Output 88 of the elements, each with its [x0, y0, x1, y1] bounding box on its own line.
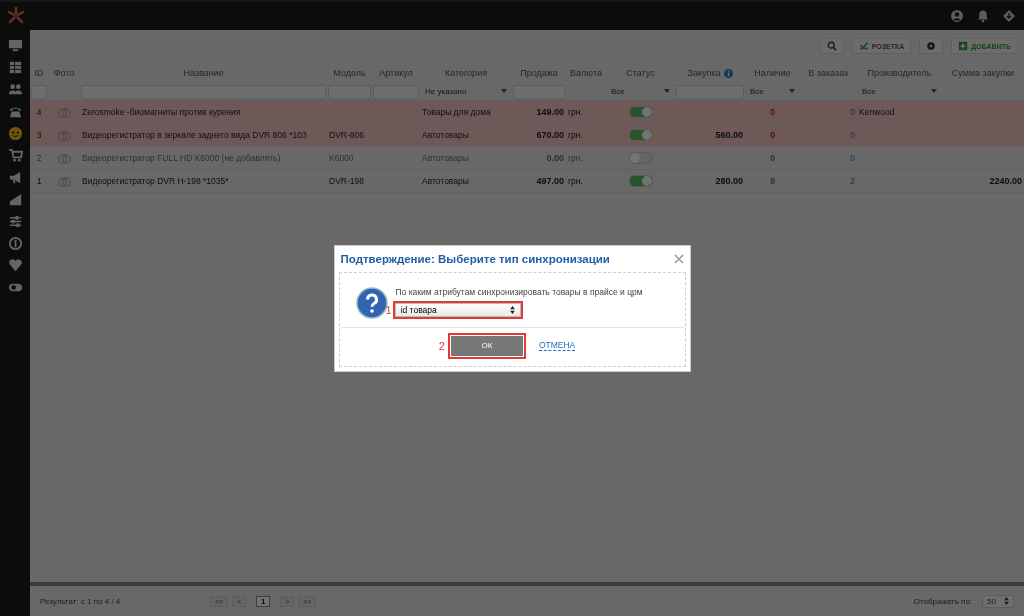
caret-icon — [501, 89, 507, 93]
table-cell: 560.00 — [715, 130, 743, 140]
nav-item[interactable] — [6, 234, 24, 252]
column-header[interactable]: Продажа — [520, 68, 558, 78]
logo-icon[interactable] — [6, 6, 26, 26]
caret-icon — [931, 89, 937, 93]
per-page-dropdown[interactable]: 50 — [982, 594, 1014, 608]
filter-field[interactable] — [31, 84, 47, 99]
table-row[interactable]: 4 Zerosmoke -биомагниты против курения Товары для дома 149.00 грн. 0 0 Kenwood — [30, 101, 1024, 124]
per-page-label: Отображать по: — [913, 596, 973, 606]
status-toggle[interactable] — [628, 129, 653, 141]
table-cell: 1 — [36, 176, 42, 186]
camera-icon — [57, 106, 71, 118]
table-cell: Kenwood — [859, 107, 895, 117]
bell-icon[interactable] — [976, 9, 990, 23]
filter-dropdown[interactable]: Все — [607, 86, 674, 96]
table-cell: грн. — [568, 130, 583, 140]
settings-icon — [926, 41, 937, 51]
column-header[interactable]: Модель — [333, 68, 366, 78]
plus-icon — [958, 41, 969, 51]
table-cell: 3 — [36, 130, 42, 140]
caret-icon — [664, 89, 670, 93]
table-row[interactable]: 3 Видеорегистратор в зеркале заднего вида DVR 806 *103 DVR-806 Автотовары 670.00 грн. 560.00 0 0 — [30, 124, 1024, 147]
stock-count: 0 — [770, 153, 775, 163]
table-cell: 280.00 — [715, 176, 743, 186]
camera-icon — [57, 175, 71, 187]
orders-count[interactable]: 0 — [850, 107, 855, 117]
stock-count: 8 — [770, 176, 775, 186]
status-toggle[interactable] — [628, 106, 653, 118]
table-cell: грн. — [568, 176, 583, 186]
question-icon — [355, 286, 388, 319]
filter-dropdown[interactable]: Все — [858, 86, 941, 96]
table-row[interactable]: 1 Видеорегистратор DVR H-198 *1035* DVR-198 Автотовары 497.00 грн. 280.00 8 2 2240.00 — [30, 170, 1024, 193]
column-header[interactable]: Производитель — [867, 68, 932, 78]
step-number: 1 — [385, 303, 392, 316]
column-header[interactable]: Фото — [53, 68, 75, 78]
sync-type-dropdown[interactable]: id товара — [394, 302, 521, 317]
table-cell: Автотовары — [422, 176, 469, 186]
orders-count[interactable]: 2 — [850, 176, 855, 186]
camera-icon — [57, 129, 71, 141]
table-cell: DVR-198 — [329, 176, 364, 186]
column-header[interactable]: ID — [34, 68, 44, 78]
check-icon — [858, 41, 869, 51]
column-header[interactable]: Сумма закупки — [951, 68, 1015, 78]
table-cell: 670.00 — [536, 130, 564, 140]
search-button[interactable] — [819, 38, 844, 54]
step-number: 2 — [438, 339, 445, 352]
column-header[interactable]: Артикул — [379, 68, 413, 78]
table-cell: 4 — [36, 107, 42, 117]
stock-count: 0 — [770, 130, 775, 140]
cancel-link[interactable]: ОТМЕНА — [538, 340, 576, 351]
dialog-message: По каким атрибутам синхронизировать товары в прайсе и црм — [395, 286, 643, 297]
column-header[interactable]: Категория — [444, 68, 488, 78]
table-cell: Товары для дома — [422, 107, 491, 117]
table-cell: Автотовары — [422, 130, 469, 140]
up-down-icon — [1004, 597, 1009, 605]
product-name[interactable]: Zerosmoke -биомагниты против курения — [82, 107, 241, 117]
product-name[interactable]: Видеорегистратор в зеркале заднего вида DVR 806 *103 — [82, 130, 307, 140]
nav-item[interactable] — [6, 146, 24, 164]
table-cell: 2240.00 — [989, 176, 1022, 186]
column-header[interactable]: Наличие — [754, 68, 791, 78]
filter-dropdown[interactable]: Не указано — [421, 86, 511, 96]
nav-item[interactable] — [6, 124, 24, 142]
user-icon[interactable] — [950, 9, 964, 23]
product-name[interactable]: Видеорегистратор DVR H-198 *1035* — [82, 176, 229, 186]
dialog-title: Подтверждение: Выберите тип синхронизации — [340, 252, 610, 265]
up-down-icon — [509, 305, 515, 314]
column-header[interactable]: Название — [183, 68, 224, 78]
search-icon — [826, 41, 837, 51]
filter-dropdown[interactable]: Все — [746, 86, 799, 96]
camera-icon — [57, 152, 71, 164]
column-header[interactable]: Статус — [626, 68, 655, 78]
ok-button[interactable]: ОК — [450, 335, 523, 356]
caret-icon — [789, 89, 795, 93]
table-cell: 149.00 — [536, 107, 564, 117]
table-cell: 0.00 — [546, 153, 564, 163]
table-cell: 497.00 — [536, 176, 564, 186]
stock-count: 0 — [770, 107, 775, 117]
table-cell: грн. — [568, 107, 583, 117]
orders-count[interactable]: 0 — [850, 130, 855, 140]
column-header[interactable]: Закупка — [687, 68, 721, 78]
column-header[interactable]: Валюта — [570, 68, 602, 78]
close-icon[interactable] — [673, 253, 684, 264]
column-header[interactable]: В заказах — [808, 68, 849, 78]
status-toggle[interactable] — [628, 175, 653, 187]
table-cell: DVR-806 — [329, 130, 364, 140]
settings-button[interactable] — [919, 38, 944, 54]
nav-item[interactable] — [6, 256, 24, 274]
